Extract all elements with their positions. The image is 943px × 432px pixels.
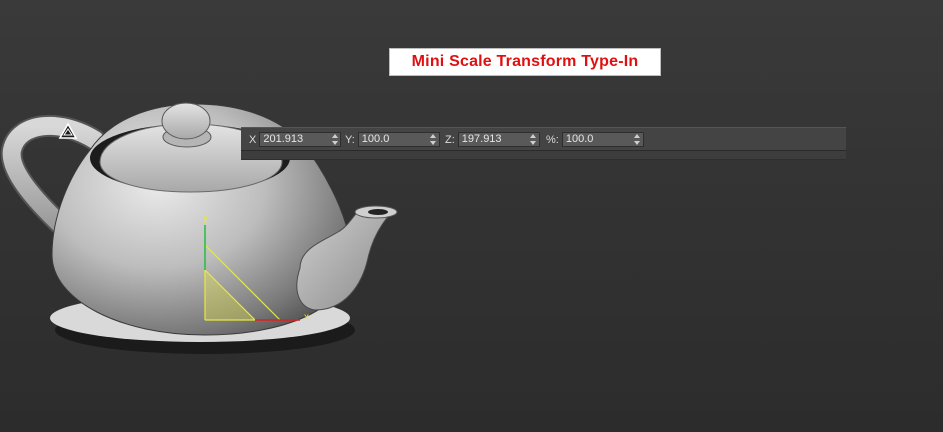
- spinner-arrows-icon[interactable]: [530, 134, 537, 145]
- x-value-text: 201.913: [263, 133, 304, 145]
- spinner-arrows-icon[interactable]: [634, 134, 641, 145]
- spinner-arrows-icon[interactable]: [430, 134, 437, 145]
- percent-value-text: 100.0: [565, 133, 594, 145]
- spinner-arrows-icon[interactable]: [331, 134, 338, 145]
- y-value-text: 100.0: [361, 133, 390, 145]
- mini-scale-typein-bar: X 201.913 Y: 100.0 Z: 197.913 %: 100.0: [241, 127, 846, 151]
- percent-value-input[interactable]: 100.0: [561, 132, 644, 147]
- gizmo-y-label: y: [203, 213, 208, 224]
- gizmo-x-label: x: [304, 312, 309, 323]
- 3d-viewport[interactable]: y x Mini Scale Transform Type-In X 201.9…: [0, 0, 943, 432]
- z-value-input[interactable]: 197.913: [457, 132, 540, 147]
- typein-bar-lower-strip: [241, 151, 846, 160]
- y-field-label: Y:: [345, 133, 355, 146]
- z-field: Z: 197.913: [445, 131, 540, 148]
- percent-field-label: %:: [546, 133, 559, 146]
- x-value-input[interactable]: 201.913: [259, 132, 342, 147]
- y-field: Y: 100.0: [345, 131, 440, 148]
- percent-field: %: 100.0: [546, 131, 644, 148]
- lid-knob: [161, 102, 211, 140]
- x-field: X 201.913: [249, 131, 342, 148]
- x-field-label: X: [249, 133, 257, 146]
- z-field-label: Z:: [445, 133, 455, 146]
- title-banner: Mini Scale Transform Type-In: [389, 48, 661, 76]
- z-value-text: 197.913: [461, 133, 502, 145]
- y-value-input[interactable]: 100.0: [357, 132, 440, 147]
